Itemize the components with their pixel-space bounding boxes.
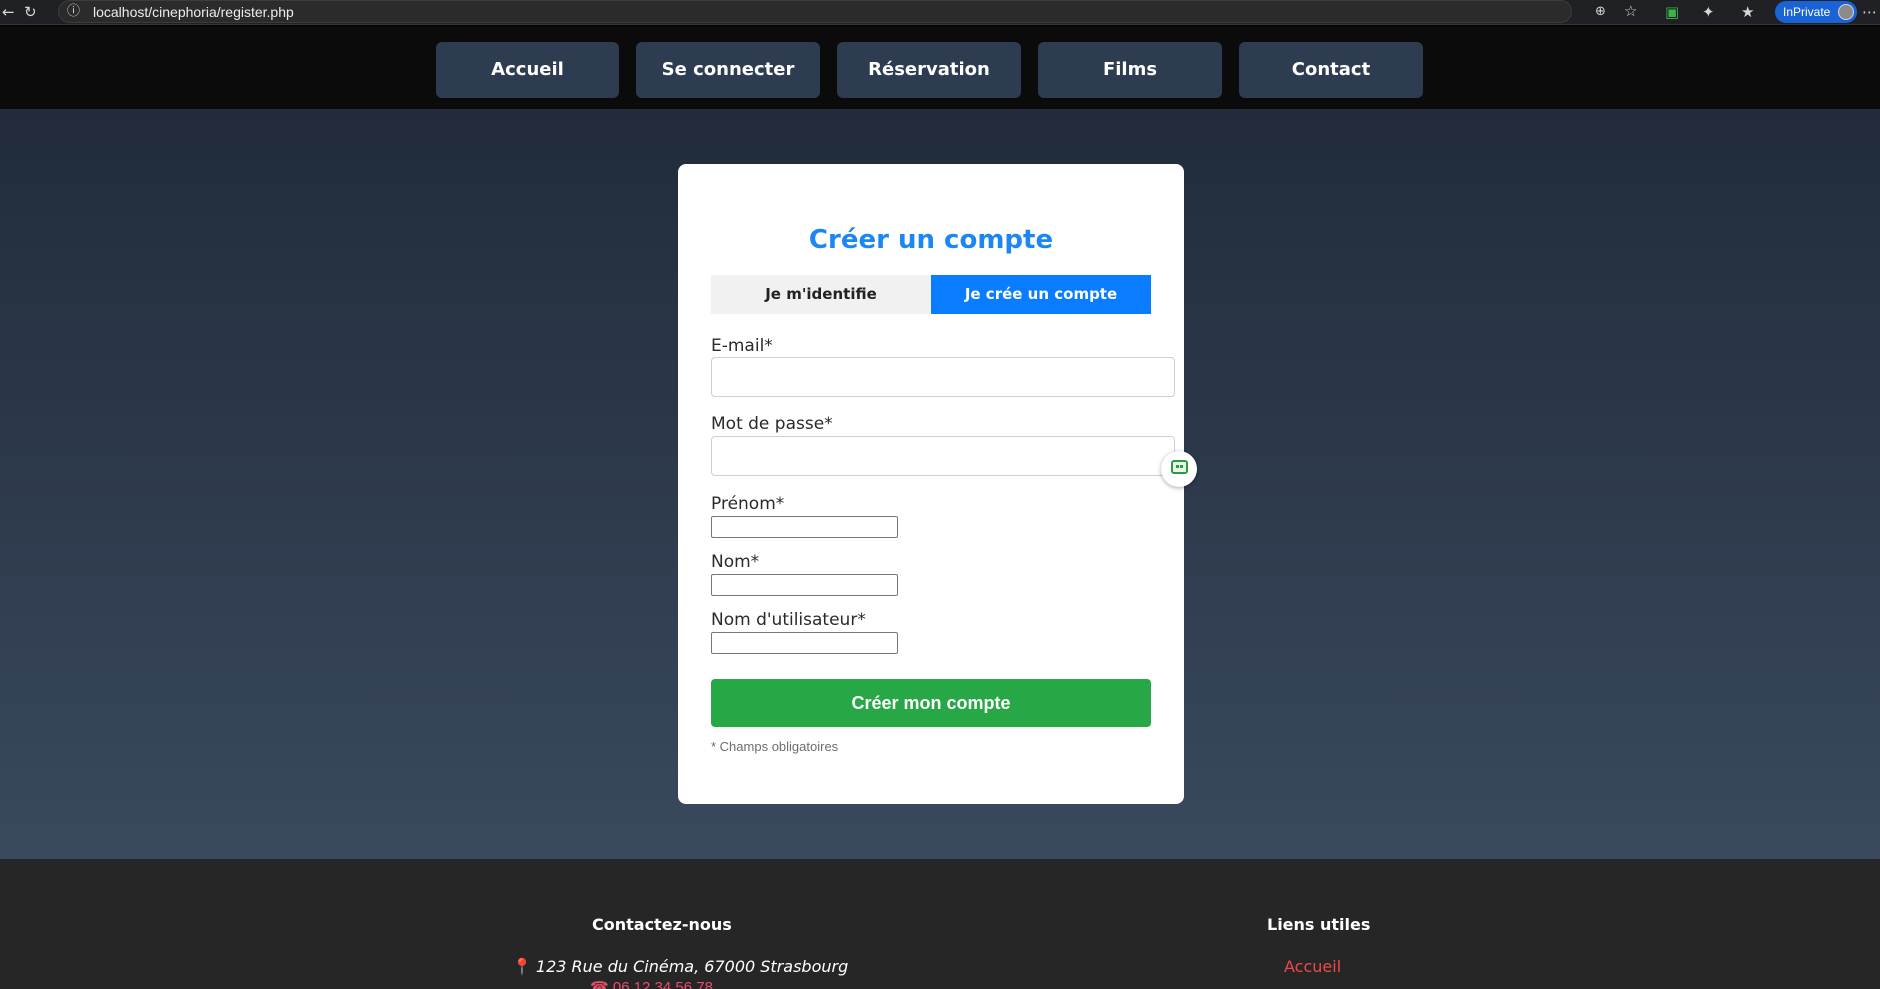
username-field[interactable] [711, 632, 898, 654]
password-manager-badge[interactable] [1161, 451, 1197, 487]
email-field[interactable] [711, 357, 1175, 397]
favorites-list-icon[interactable]: ★ [1741, 2, 1754, 22]
phone-icon: ☎ [590, 979, 609, 989]
footer-address: 📍 123 Rue du Cinéma, 67000 Strasbourg [512, 957, 848, 977]
tab-register[interactable]: Je crée un compte [931, 275, 1151, 314]
password-field[interactable] [711, 436, 1175, 476]
info-icon[interactable]: ⓘ [67, 2, 80, 22]
footer-link-accueil[interactable]: Accueil [1284, 957, 1341, 977]
nav-button-accueil[interactable]: Accueil [436, 42, 619, 98]
auth-tabs: Je m'identifie Je crée un compte [711, 275, 1151, 314]
address-text: 123 Rue du Cinéma, 67000 Strasbourg [535, 957, 849, 976]
username-label: Nom d'utilisateur* [711, 610, 866, 630]
extension-icon[interactable]: ▣ [1665, 2, 1679, 22]
refresh-icon[interactable]: ↻ [24, 2, 37, 22]
lastname-field[interactable] [711, 574, 898, 596]
email-label: E-mail* [711, 336, 773, 356]
phone-text: 06 12 34 56 78 [612, 979, 713, 989]
browser-toolbar: ← ↻ ⓘ localhost/cinephoria/register.php … [0, 0, 1880, 25]
favorite-star-icon[interactable]: ☆ [1624, 1, 1637, 21]
required-fields-note: * Champs obligatoires [711, 739, 839, 754]
firstname-field[interactable] [711, 516, 898, 538]
nav-button-films[interactable]: Films [1038, 42, 1222, 98]
site-footer: Contactez-nous 📍 123 Rue du Cinéma, 67000… [0, 859, 1880, 989]
url-text[interactable]: localhost/cinephoria/register.php [93, 4, 294, 21]
address-bar[interactable]: ⓘ localhost/cinephoria/register.php ⊕ ☆ [58, 0, 1637, 23]
password-manager-icon [1171, 460, 1188, 474]
nav-button-se-connecter[interactable]: Se connecter [636, 42, 820, 98]
zoom-icon[interactable]: ⊕ [1595, 2, 1606, 22]
create-account-button[interactable]: Créer mon compte [711, 679, 1151, 727]
profile-avatar [1838, 4, 1854, 20]
inprivate-label: InPrivate [1783, 5, 1831, 19]
map-pin-icon: 📍 [512, 957, 532, 976]
nav-button-reservation[interactable]: Réservation [837, 42, 1021, 98]
inprivate-badge[interactable]: InPrivate [1775, 1, 1857, 23]
more-icon[interactable]: ⋯ [1862, 2, 1877, 22]
password-label: Mot de passe* [711, 414, 833, 434]
page-title: Créer un compte [808, 225, 1054, 255]
links-heading: Liens utiles [1267, 915, 1371, 934]
nav-button-contact[interactable]: Contact [1239, 42, 1423, 98]
firstname-label: Prénom* [711, 494, 785, 514]
tab-login[interactable]: Je m'identifie [711, 275, 931, 314]
site-navigation: Accueil Se connecter Réservation Films C… [0, 26, 1880, 109]
lastname-label: Nom* [711, 552, 760, 572]
contact-heading: Contactez-nous [592, 915, 732, 934]
register-card: Créer un compte Je m'identifie Je crée u… [678, 164, 1184, 804]
footer-phone[interactable]: ☎ 06 12 34 56 78 [590, 979, 713, 989]
back-icon[interactable]: ← [2, 2, 15, 22]
puzzle-icon[interactable]: ✦ [1702, 2, 1715, 22]
main-content: Créer un compte Je m'identifie Je crée u… [0, 109, 1880, 859]
